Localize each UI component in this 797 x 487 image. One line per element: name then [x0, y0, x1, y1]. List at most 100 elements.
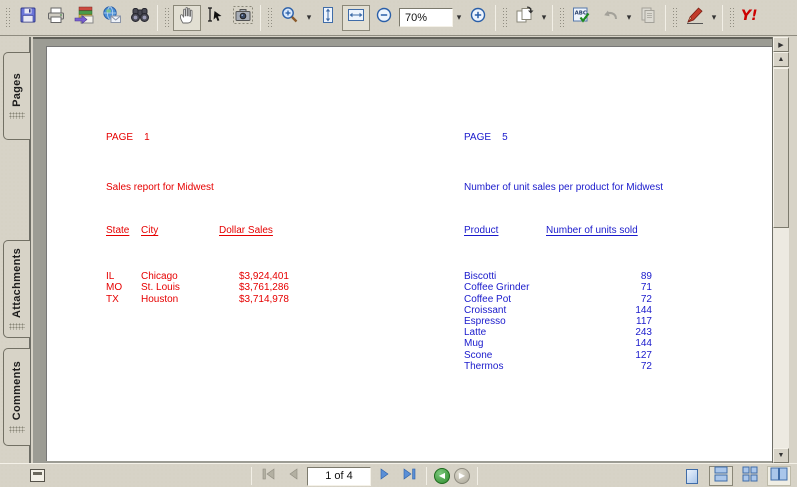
facing-icon: [770, 466, 788, 487]
spellcheck-abc-icon: ABC: [571, 5, 593, 30]
panel-splitter-icon[interactable]: [30, 469, 45, 482]
arrow-left-icon: ◀: [438, 471, 446, 480]
pen-dropdown-caret[interactable]: ▾: [709, 12, 719, 23]
scroll-down-button[interactable]: ▼: [773, 448, 789, 463]
first-page-button[interactable]: [259, 467, 279, 485]
single-page-layout-button[interactable]: [680, 466, 704, 486]
next-page-button[interactable]: [375, 467, 395, 485]
toolbar-grip[interactable]: [267, 6, 273, 29]
svg-text:ABC: ABC: [575, 10, 587, 16]
snapshot-camera-icon: [232, 5, 254, 30]
sidebar-tab-attachments[interactable]: Attachments: [3, 240, 30, 338]
units-sold-cell: 89: [640, 271, 652, 283]
toolbar-grip[interactable]: [672, 6, 678, 29]
save-icon: [18, 5, 38, 30]
report-title: Number of unit sales per product for Mid…: [464, 182, 663, 194]
comments-tab-label: Comments: [11, 360, 23, 421]
create-pdf-dropdown-caret[interactable]: ▾: [539, 12, 549, 23]
dollar-sales-cell: $3,761,286: [238, 282, 289, 294]
split-arrow-icon: ▶: [778, 41, 784, 49]
select-text-icon: [205, 5, 225, 30]
save-button[interactable]: [14, 5, 42, 31]
continuous-facing-layout-button[interactable]: [738, 466, 762, 486]
product-cell: Biscotti: [464, 271, 497, 283]
search-button[interactable]: [126, 5, 154, 31]
scrollbar-thumb[interactable]: [773, 68, 789, 228]
toolbar-grip[interactable]: [729, 6, 735, 29]
toolbar: ▾ 70% ▾ ▾ ABC ▾ ▾ Y!: [0, 0, 797, 36]
sidebar-tab-pages[interactable]: Pages: [3, 52, 30, 140]
toolbar-separator: [722, 4, 723, 31]
zoom-in-tool-button[interactable]: [276, 5, 304, 31]
create-pdf-button[interactable]: [511, 5, 539, 31]
toolbar-grip[interactable]: [559, 6, 565, 29]
snapshot-tool-button[interactable]: [229, 5, 257, 31]
statusbar-separator: [251, 467, 252, 485]
city-cell: Houston: [141, 293, 179, 305]
product-cell: Espresso: [464, 316, 506, 328]
svg-text:Y!: Y!: [741, 8, 758, 24]
product-cell: Croissant: [464, 304, 507, 316]
undo-button[interactable]: [596, 5, 624, 31]
scroll-up-button[interactable]: ▲: [773, 52, 789, 67]
create-pdf-icon: [514, 5, 536, 30]
pages-tab-grip-icon: [9, 112, 25, 120]
toolbar-grip[interactable]: [164, 6, 170, 29]
yahoo-button[interactable]: Y!: [738, 5, 766, 31]
organizer-button[interactable]: [70, 5, 98, 31]
hand-tool-button[interactable]: [173, 4, 201, 31]
facing-layout-button[interactable]: [767, 466, 791, 486]
copy-button[interactable]: [634, 5, 662, 31]
highlight-pen-button[interactable]: [681, 5, 709, 31]
scrollbar-split-button[interactable]: ▶: [773, 37, 789, 52]
red-sales-report: PAGE 1 Sales report for Midwest State Ci…: [106, 110, 289, 327]
fit-page-button[interactable]: [314, 5, 342, 31]
blue-units-report: PAGE 5 Number of unit sales per product …: [464, 110, 663, 394]
page-indicator-input[interactable]: 1 of 4: [307, 466, 371, 486]
comments-tab-grip-icon: [9, 426, 25, 434]
print-button[interactable]: [42, 5, 70, 31]
previous-view-button[interactable]: ◀: [434, 468, 450, 484]
search-binoculars-icon: [129, 5, 151, 30]
next-view-button[interactable]: ▶: [454, 468, 470, 484]
last-page-button[interactable]: [399, 467, 419, 485]
previous-page-icon: [287, 467, 299, 485]
page-layout-controls: [680, 466, 791, 486]
email-button[interactable]: [98, 5, 126, 31]
blue-table-body: Biscotti 89 Coffee Grinder 71 Coffee Pot…: [464, 271, 663, 372]
report-title: Sales report for Midwest: [106, 182, 214, 194]
nav-panel-sidebar: Pages Attachments Comments: [0, 37, 31, 463]
product-cell: Coffee Pot: [464, 293, 512, 305]
document-pane: PAGE 1 Sales report for Midwest State Ci…: [33, 37, 772, 463]
pen-icon: [684, 5, 706, 30]
zoom-out-button[interactable]: [370, 5, 398, 31]
single-page-icon: [686, 468, 698, 484]
previous-page-button[interactable]: [283, 467, 303, 485]
arrow-right-icon: ▶: [458, 471, 466, 480]
next-page-icon: [379, 467, 391, 485]
vertical-scrollbar[interactable]: ▶ ▲ ▼: [772, 37, 789, 463]
product-cell: Coffee Grinder: [464, 282, 530, 294]
zoom-in-button[interactable]: [464, 5, 492, 31]
zoom-tool-dropdown-caret[interactable]: ▾: [304, 12, 314, 23]
sidebar-tab-comments[interactable]: Comments: [3, 348, 30, 446]
column-header: Number of units sold: [546, 224, 638, 236]
spellcheck-button[interactable]: ABC: [568, 5, 596, 31]
toolbar-grip[interactable]: [502, 6, 508, 29]
continuous-layout-button[interactable]: [709, 466, 733, 486]
statusbar-separator: [426, 467, 427, 485]
toolbar-separator: [495, 4, 496, 31]
fit-width-button[interactable]: [342, 4, 370, 31]
hand-icon: [177, 5, 197, 30]
product-cell: Mug: [464, 338, 484, 350]
report-page-number: PAGE 1: [106, 132, 150, 144]
undo-dropdown-caret[interactable]: ▾: [624, 12, 634, 23]
window-right-margin: [789, 37, 797, 463]
first-page-icon: [262, 467, 276, 485]
zoom-level-dropdown-caret[interactable]: ▾: [454, 12, 464, 23]
product-cell: Thermos: [464, 360, 504, 372]
select-tool-button[interactable]: [201, 5, 229, 31]
zoom-level-input[interactable]: 70%: [399, 8, 453, 27]
toolbar-grip[interactable]: [5, 6, 11, 29]
column-header: City: [141, 224, 159, 236]
